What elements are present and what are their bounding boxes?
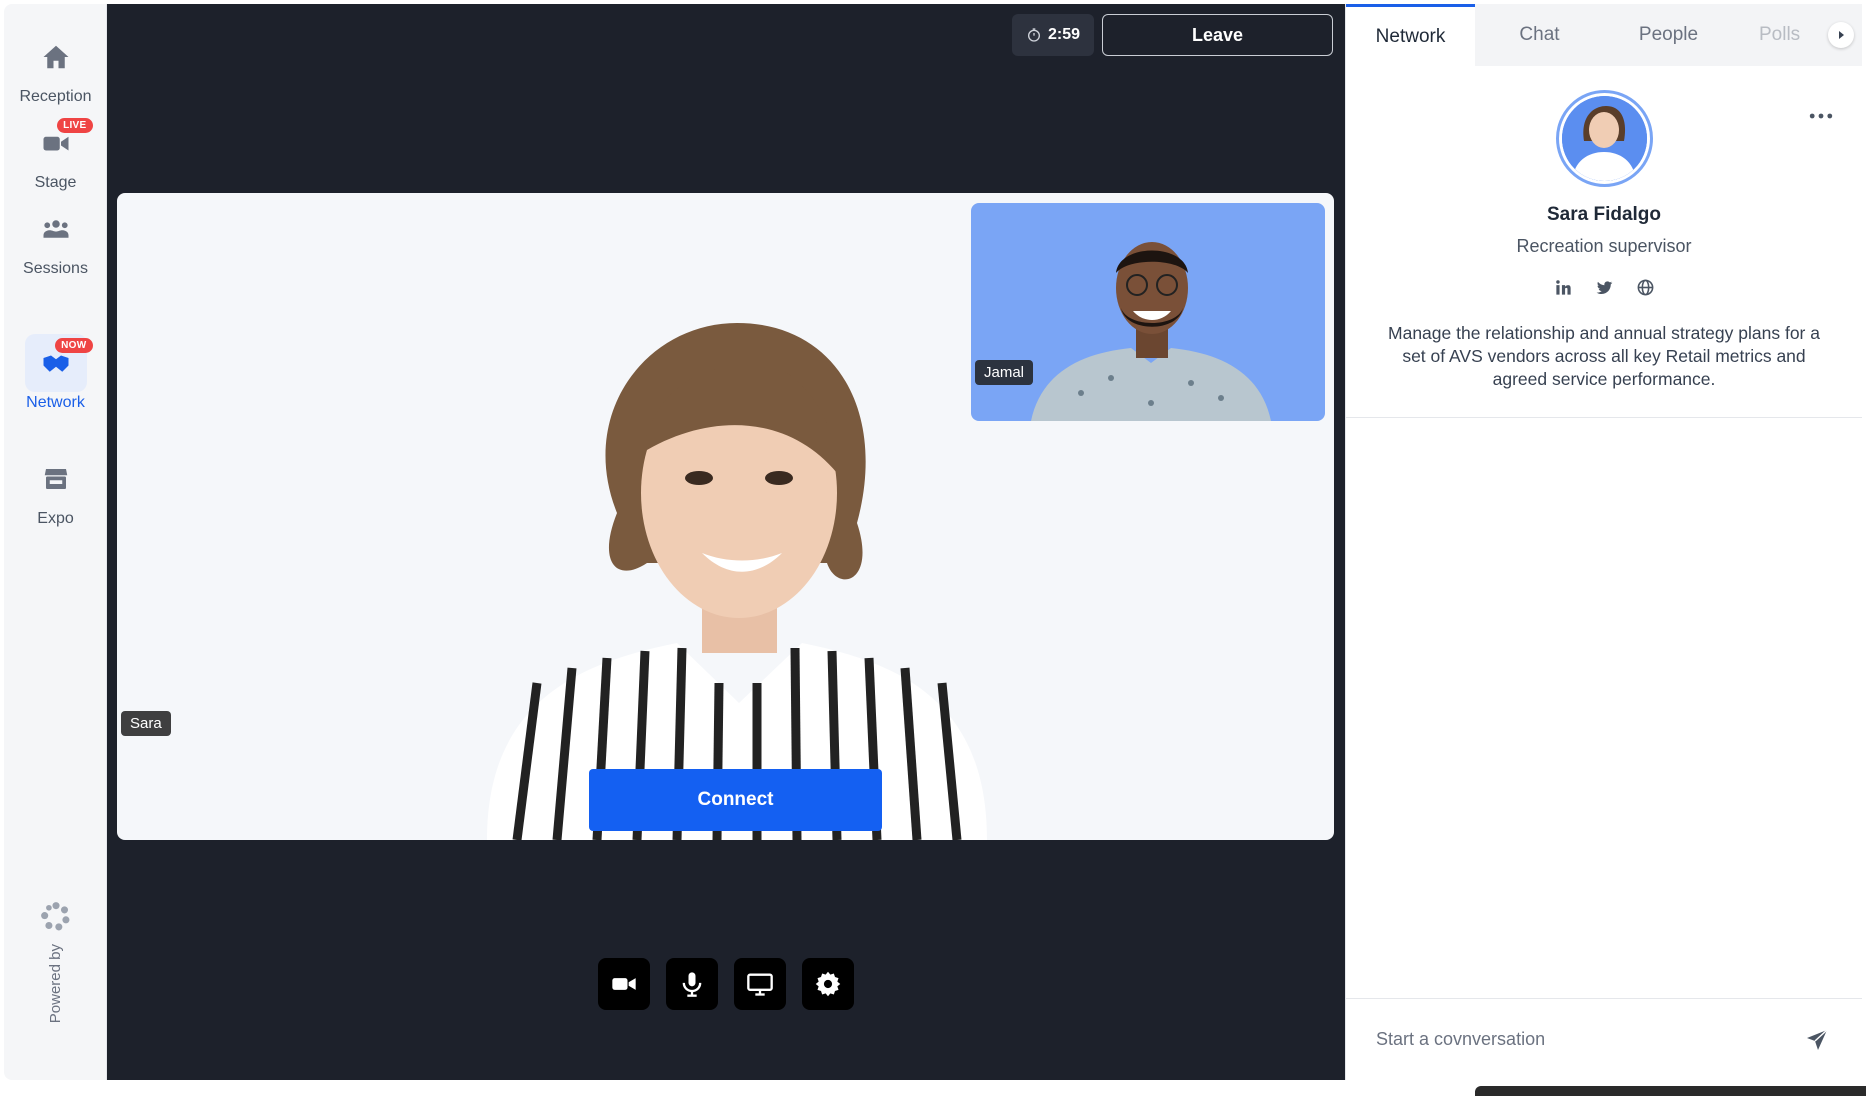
participant-video-jamal	[1031, 242, 1271, 421]
home-icon	[25, 28, 87, 86]
microphone-icon	[682, 972, 702, 997]
app-window: Reception LIVE Stage Sessions NOW Networ…	[0, 0, 1866, 1096]
group-icon	[25, 200, 87, 258]
chevron-right-icon	[1839, 31, 1844, 39]
handshake-icon: NOW	[24, 334, 93, 392]
tab-chat[interactable]: Chat	[1475, 4, 1604, 66]
tab-people[interactable]: People	[1604, 4, 1733, 66]
avatar	[1556, 90, 1653, 187]
linkedin-link[interactable]	[1552, 276, 1575, 299]
linkedin-icon	[1555, 280, 1571, 295]
video-stage: 2:59 Leave Sara Connect Jamal	[107, 4, 1345, 1080]
sidebar-item-label: Expo	[37, 510, 74, 527]
sidebar-item-label: Reception	[19, 88, 92, 105]
now-badge: NOW	[55, 338, 93, 353]
live-badge: LIVE	[57, 118, 93, 133]
sidebar-item-stage[interactable]: LIVE Stage	[4, 114, 107, 206]
message-composer	[1346, 998, 1862, 1080]
sidebar-item-reception[interactable]: Reception	[4, 28, 107, 120]
profile-card: Sara Fidalgo Recreation supervisor Manag…	[1346, 66, 1862, 418]
sidebar-item-label: Network	[26, 394, 85, 411]
window-edge-strip	[1475, 1086, 1866, 1096]
participant-name-tag: Jamal	[975, 360, 1034, 385]
powered-by: Powered by	[4, 900, 107, 1050]
call-controls	[598, 958, 854, 1010]
sidebar-item-network[interactable]: NOW Network	[4, 334, 107, 426]
camera-toggle-button[interactable]	[598, 958, 650, 1010]
social-links	[1346, 276, 1862, 299]
message-input[interactable]	[1376, 1019, 1802, 1060]
video-camera-icon: LIVE	[25, 114, 93, 172]
participant-name-tag: Sara	[121, 711, 171, 736]
panel-tabs: Network Chat People Polls	[1346, 4, 1862, 66]
more-options-button[interactable]	[1806, 106, 1836, 126]
powered-by-text: Powered by	[47, 944, 64, 1024]
sidebar-item-sessions[interactable]: Sessions	[4, 200, 107, 292]
side-panel: Network Chat People Polls Sara Fidalgo R…	[1345, 4, 1862, 1080]
more-horizontal-icon	[1809, 113, 1833, 119]
sidebar-item-label: Sessions	[23, 260, 88, 277]
website-link[interactable]	[1634, 276, 1657, 299]
pip-video-tile: Jamal	[971, 203, 1325, 421]
camera-icon	[612, 978, 636, 990]
screen-share-button[interactable]	[734, 958, 786, 1010]
sidebar-item-label: Stage	[34, 174, 77, 191]
screen-share-icon	[747, 973, 773, 996]
settings-button[interactable]	[802, 958, 854, 1010]
twitter-icon	[1596, 281, 1612, 294]
stopwatch-icon	[1027, 28, 1040, 42]
send-button[interactable]	[1802, 1025, 1832, 1055]
session-timer: 2:59	[1012, 14, 1094, 56]
profile-name: Sara Fidalgo	[1546, 204, 1662, 225]
microphone-toggle-button[interactable]	[666, 958, 718, 1010]
storefront-icon	[25, 450, 87, 508]
connect-button[interactable]: Connect	[589, 769, 882, 831]
tabs-scroll-right-button[interactable]	[1828, 22, 1854, 48]
timer-value: 2:59	[1047, 26, 1081, 43]
leave-button[interactable]: Leave	[1102, 14, 1333, 56]
profile-role: Recreation supervisor	[1516, 236, 1692, 256]
sidebar: Reception LIVE Stage Sessions NOW Networ…	[4, 4, 107, 1080]
participant-video-sara	[487, 323, 987, 840]
globe-icon	[1637, 279, 1653, 296]
sidebar-item-expo[interactable]: Expo	[4, 450, 107, 542]
profile-bio: Manage the relationship and annual strat…	[1388, 323, 1820, 389]
send-icon	[1807, 1028, 1828, 1050]
avatar-image	[1562, 96, 1647, 181]
tab-network[interactable]: Network	[1346, 4, 1475, 66]
settings-icon	[815, 971, 841, 997]
twitter-link[interactable]	[1593, 276, 1616, 299]
brand-logo-icon	[40, 902, 69, 931]
